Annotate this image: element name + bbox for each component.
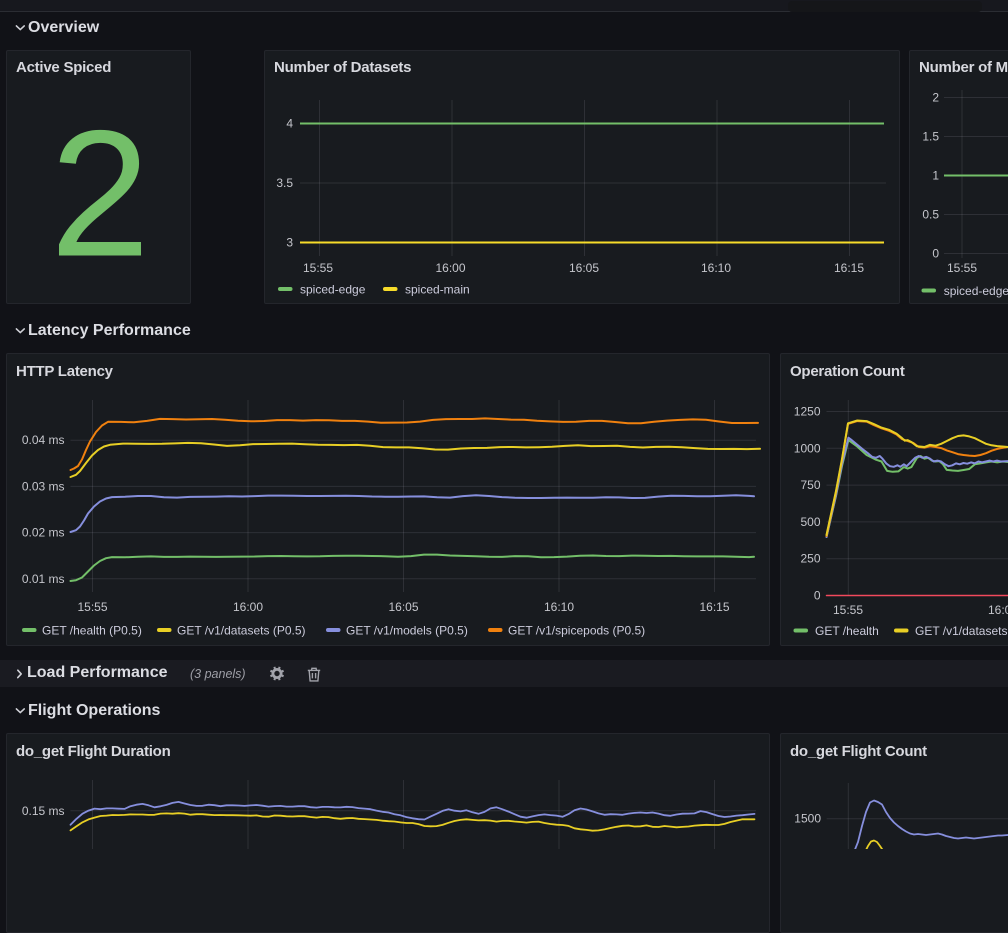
svg-text:750: 750 xyxy=(800,478,820,492)
svg-text:GET /v1/datasets (P0.5): GET /v1/datasets (P0.5) xyxy=(177,624,306,638)
svg-text:0: 0 xyxy=(814,589,821,603)
svg-text:250: 250 xyxy=(800,552,820,566)
svg-text:16:10: 16:10 xyxy=(544,600,574,614)
svg-text:1: 1 xyxy=(932,169,939,183)
svg-text:16:05: 16:05 xyxy=(388,600,418,614)
svg-text:16:15: 16:15 xyxy=(699,600,729,614)
svg-text:0.15 ms: 0.15 ms xyxy=(22,804,65,818)
svg-text:1500: 1500 xyxy=(794,812,821,826)
svg-text:3.5: 3.5 xyxy=(276,176,293,190)
svg-text:16:05: 16:05 xyxy=(569,261,599,275)
svg-text:2: 2 xyxy=(932,91,939,105)
svg-text:1250: 1250 xyxy=(794,405,821,419)
svg-text:500: 500 xyxy=(800,515,820,529)
svg-text:0.03 ms: 0.03 ms xyxy=(22,479,65,493)
svg-text:0.01 ms: 0.01 ms xyxy=(22,572,65,586)
svg-text:GET /v1/datasets: GET /v1/datasets xyxy=(915,624,1008,638)
svg-text:0.04 ms: 0.04 ms xyxy=(22,433,65,447)
svg-text:16:00: 16:00 xyxy=(233,600,263,614)
svg-text:3: 3 xyxy=(286,236,293,250)
svg-text:16:00: 16:00 xyxy=(435,261,465,275)
svg-text:GET /v1/spicepods (P0.5): GET /v1/spicepods (P0.5) xyxy=(508,624,645,638)
svg-text:0.5: 0.5 xyxy=(922,208,939,222)
svg-text:spiced-edge: spiced-edge xyxy=(944,284,1008,298)
svg-text:1.5: 1.5 xyxy=(922,130,939,144)
svg-text:0.02 ms: 0.02 ms xyxy=(22,526,65,540)
svg-text:15:55: 15:55 xyxy=(833,603,863,617)
svg-text:16:00: 16:00 xyxy=(988,603,1008,617)
svg-text:GET /v1/models (P0.5): GET /v1/models (P0.5) xyxy=(346,624,468,638)
svg-text:15:55: 15:55 xyxy=(303,261,333,275)
svg-text:4: 4 xyxy=(286,117,293,131)
svg-text:GET /health (P0.5): GET /health (P0.5) xyxy=(42,624,142,638)
svg-text:15:55: 15:55 xyxy=(947,261,977,275)
svg-text:spiced-main: spiced-main xyxy=(405,283,470,297)
svg-text:16:10: 16:10 xyxy=(701,261,731,275)
svg-text:1000: 1000 xyxy=(794,441,821,455)
svg-text:16:15: 16:15 xyxy=(834,261,864,275)
svg-text:GET /health: GET /health xyxy=(815,624,879,638)
svg-text:spiced-edge: spiced-edge xyxy=(300,283,366,297)
svg-text:15:55: 15:55 xyxy=(77,600,107,614)
svg-text:0: 0 xyxy=(932,247,939,261)
